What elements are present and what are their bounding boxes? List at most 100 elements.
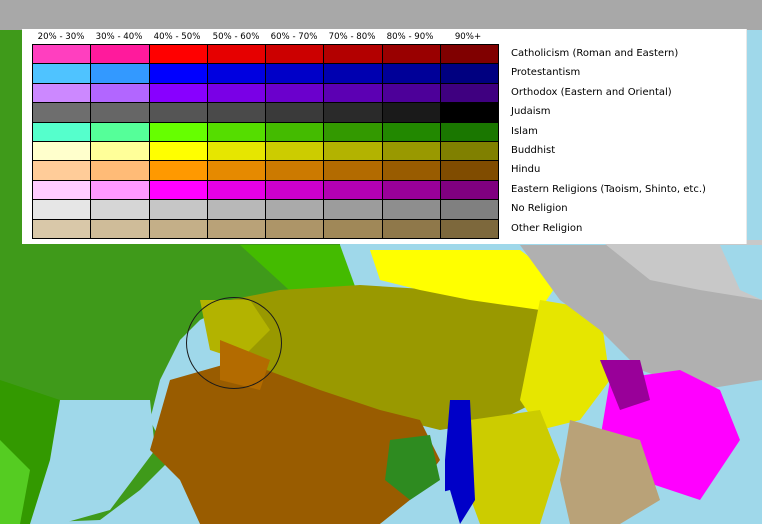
legend-swatch xyxy=(33,219,92,239)
legend-swatch xyxy=(266,83,325,104)
legend-swatch xyxy=(149,45,208,65)
legend-swatch xyxy=(440,180,499,201)
legend-row: Orthodox (Eastern and Oriental) xyxy=(33,83,672,104)
legend-swatch xyxy=(207,161,266,181)
legend-swatch xyxy=(266,180,325,201)
legend-row-label: Orthodox (Eastern and Oriental) xyxy=(511,86,672,98)
legend-swatch xyxy=(91,45,150,65)
legend-row: No Religion xyxy=(33,200,568,220)
legend-swatch xyxy=(266,200,325,220)
legend-swatch xyxy=(440,219,499,239)
legend-row: Judaism xyxy=(33,103,551,123)
legend-row: Eastern Religions (Taoism, Shinto, etc.) xyxy=(33,180,706,201)
legend-swatch xyxy=(207,64,266,84)
legend-swatch xyxy=(33,122,92,142)
legend-swatch xyxy=(207,180,266,201)
legend-row-label: Eastern Religions (Taoism, Shinto, etc.) xyxy=(511,183,706,195)
legend-row: Catholicism (Roman and Eastern) xyxy=(33,45,678,65)
legend-row-label: Protestantism xyxy=(511,67,581,79)
legend-swatch xyxy=(207,200,266,220)
legend-swatch xyxy=(382,64,441,84)
region-buddhist-southeast xyxy=(460,410,560,524)
legend-column-label: 30% - 40% xyxy=(95,32,143,42)
legend-swatch xyxy=(207,122,266,142)
legend-swatch xyxy=(207,141,266,162)
legend-swatch xyxy=(149,219,208,239)
legend-swatch xyxy=(440,141,499,162)
legend-swatch xyxy=(91,103,150,123)
legend-grid: Catholicism (Roman and Eastern) Protestan… xyxy=(32,44,706,239)
legend-swatch xyxy=(382,219,441,239)
legend-row-label: Judaism xyxy=(511,106,551,118)
legend-swatch xyxy=(382,161,441,181)
legend-swatch xyxy=(149,64,208,84)
legend-swatch xyxy=(149,83,208,104)
legend-swatch xyxy=(440,45,499,65)
legend-swatch xyxy=(33,200,92,220)
legend-column-label: 50% - 60% xyxy=(212,32,260,42)
legend-swatch xyxy=(33,103,92,123)
legend-swatch xyxy=(149,180,208,201)
legend-swatch xyxy=(207,83,266,104)
legend-swatch xyxy=(149,103,208,123)
legend-swatch xyxy=(33,64,92,84)
legend-swatch xyxy=(382,103,441,123)
legend-swatch xyxy=(440,200,499,220)
legend-swatch xyxy=(382,83,441,104)
legend-swatch xyxy=(91,64,150,84)
religion-map-page: 20% - 30% 30% - 40% 40% - 50% 50% - 60% … xyxy=(0,0,762,524)
legend-swatch xyxy=(207,219,266,239)
legend-swatch xyxy=(266,45,325,65)
legend-swatch xyxy=(91,161,150,181)
legend-swatch xyxy=(382,45,441,65)
legend-swatch xyxy=(266,122,325,142)
legend-swatch xyxy=(324,180,383,201)
legend-swatch xyxy=(324,83,383,104)
legend-swatch xyxy=(149,200,208,220)
legend-swatch xyxy=(33,141,92,162)
legend-row-label: Islam xyxy=(511,125,538,137)
legend-row-label: No Religion xyxy=(511,203,568,215)
legend-swatch xyxy=(207,103,266,123)
legend-swatch xyxy=(91,219,150,239)
legend-swatch xyxy=(207,45,266,65)
legend-swatch xyxy=(91,122,150,142)
legend-row-label: Buddhist xyxy=(511,144,556,156)
legend-swatch xyxy=(440,122,499,142)
legend-column-label: 40% - 50% xyxy=(153,32,201,42)
highlight-circle xyxy=(186,297,282,389)
legend-swatch xyxy=(266,103,325,123)
legend-swatch xyxy=(324,64,383,84)
legend-swatch xyxy=(91,200,150,220)
legend-row-label: Hindu xyxy=(511,164,541,176)
legend-swatch xyxy=(440,83,499,104)
legend-swatch xyxy=(266,161,325,181)
legend-swatch xyxy=(91,141,150,162)
legend-swatch xyxy=(324,45,383,65)
legend-swatch xyxy=(382,200,441,220)
legend-column-label: 80% - 90% xyxy=(386,32,434,42)
legend-swatch xyxy=(91,180,150,201)
legend-header: 20% - 30% 30% - 40% 40% - 50% 50% - 60% … xyxy=(32,32,502,44)
legend-swatch xyxy=(266,64,325,84)
legend-swatch xyxy=(149,141,208,162)
legend-swatch xyxy=(33,45,92,65)
legend-swatch xyxy=(33,161,92,181)
legend-swatch xyxy=(149,161,208,181)
legend-swatch xyxy=(266,141,325,162)
legend-swatch xyxy=(440,64,499,84)
legend-swatch xyxy=(440,103,499,123)
legend-row: Hindu xyxy=(33,161,540,181)
legend-swatch xyxy=(324,122,383,142)
legend-swatch xyxy=(324,200,383,220)
legend-column-label: 20% - 30% xyxy=(37,32,85,42)
legend-swatch xyxy=(382,141,441,162)
legend-row: Other Religion xyxy=(33,219,582,239)
legend-column-label: 90%+ xyxy=(454,32,482,42)
legend-swatch xyxy=(33,83,92,104)
legend-swatch xyxy=(33,180,92,201)
legend-swatch xyxy=(324,103,383,123)
legend-row-label: Catholicism (Roman and Eastern) xyxy=(511,48,679,59)
legend-swatch xyxy=(382,180,441,201)
legend-row: Protestantism xyxy=(33,64,580,84)
